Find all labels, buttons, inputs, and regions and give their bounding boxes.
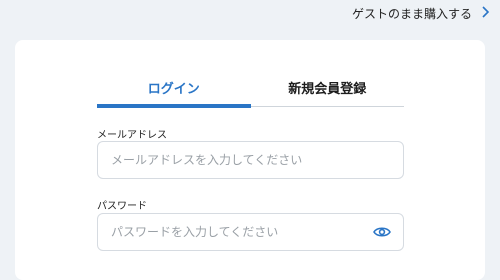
email-label: メールアドレス (97, 130, 167, 141)
eye-icon[interactable] (373, 226, 391, 238)
guest-checkout-label: ゲストのまま購入する (351, 6, 472, 21)
chevron-right-icon (480, 5, 490, 21)
tab-register[interactable]: 新規会員登録 (251, 70, 405, 106)
guest-checkout-link[interactable]: ゲストのまま購入する (352, 0, 490, 26)
password-field-box (97, 213, 404, 251)
login-card: ログイン 新規会員登録 メールアドレス パスワード (15, 40, 485, 280)
tab-login[interactable]: ログイン (97, 70, 251, 108)
tab-register-label: 新規会員登録 (288, 82, 367, 97)
password-field[interactable] (111, 225, 373, 239)
tab-login-label: ログイン (147, 82, 200, 97)
password-label: パスワード (97, 201, 147, 212)
email-field[interactable] (111, 153, 391, 167)
email-field-box (97, 141, 404, 179)
auth-tabs: ログイン 新規会員登録 (97, 70, 405, 108)
